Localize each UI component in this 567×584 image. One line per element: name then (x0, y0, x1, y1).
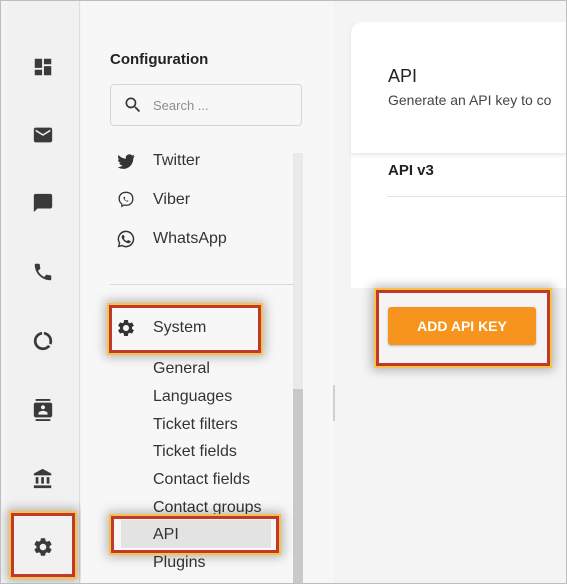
whatsapp-icon (117, 230, 135, 248)
page-title: API (388, 66, 418, 86)
settings-highlight (11, 513, 75, 577)
reports-icon (33, 331, 53, 351)
channel-item-viber[interactable]: Viber (116, 187, 190, 213)
channel-item-whatsapp[interactable]: WhatsApp (116, 226, 227, 252)
sidebar-subitem-languages[interactable]: Languages (153, 388, 232, 406)
icon-rail (7, 1, 80, 583)
add-api-key-highlight (376, 290, 550, 366)
reports-nav[interactable] (7, 313, 79, 369)
bank-nav[interactable] (7, 451, 79, 507)
scrollbar-thumb[interactable] (293, 389, 303, 583)
panel-title: Configuration (110, 51, 209, 68)
sidebar-subitem-ticket-filters[interactable]: Ticket filters (153, 416, 238, 434)
sidebar-subitem-contact-groups[interactable]: Contact groups (153, 499, 262, 517)
section-divider (110, 284, 294, 285)
page-description: Generate an API key to co (388, 92, 552, 108)
search-icon (125, 97, 141, 113)
dashboard-icon (34, 58, 52, 76)
api-highlight (111, 516, 279, 553)
configuration-panel: Configuration Twitter Viber WhatsApp Sys… (81, 1, 333, 583)
phone-nav[interactable] (7, 244, 79, 300)
channel-label: WhatsApp (153, 230, 227, 247)
chat-icon (33, 193, 53, 213)
mail-nav[interactable] (7, 107, 79, 163)
chat-nav[interactable] (7, 175, 79, 231)
twitter-icon (117, 154, 135, 169)
api-separator (387, 196, 566, 197)
search-box[interactable] (110, 84, 302, 126)
dashboard-nav[interactable] (7, 39, 79, 95)
system-highlight (109, 305, 261, 353)
sidebar-subitem-plugins[interactable]: Plugins (153, 554, 205, 572)
search-input[interactable] (151, 96, 295, 114)
channel-label: Viber (153, 191, 191, 208)
api-card-header: API Generate an API key to co (351, 22, 566, 153)
contacts-nav[interactable] (7, 382, 79, 438)
sidebar-subitem-general[interactable]: General (153, 360, 210, 378)
channel-item-twitter[interactable]: Twitter (116, 148, 200, 174)
mail-icon (33, 127, 53, 143)
sidebar-subitem-contact-fields[interactable]: Contact fields (153, 471, 250, 489)
phone-icon (34, 263, 52, 281)
api-version-label: API v3 (388, 162, 434, 179)
bank-icon (33, 468, 52, 489)
contacts-icon (33, 399, 53, 421)
api-card: API Generate an API key to co API v3 (351, 22, 566, 288)
sidebar-subitem-ticket-fields[interactable]: Ticket fields (153, 443, 237, 461)
app-window: Configuration Twitter Viber WhatsApp Sys… (0, 0, 567, 584)
channel-label: Twitter (153, 152, 201, 169)
viber-icon (118, 191, 134, 208)
panel-resize-handle[interactable] (333, 385, 335, 421)
